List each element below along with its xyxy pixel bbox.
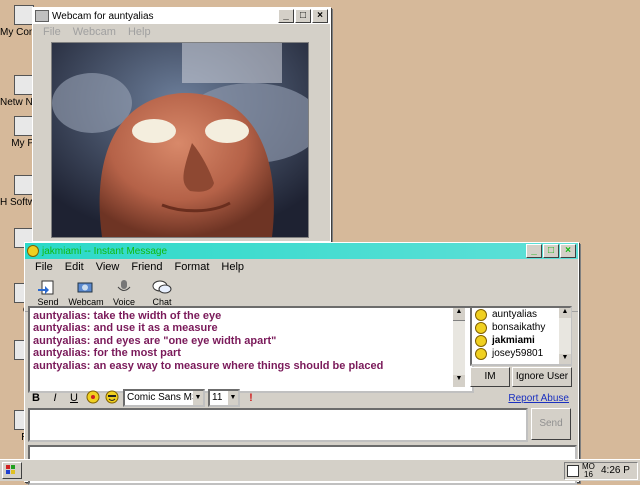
buddy-list-item[interactable]: auntyalias: [472, 308, 570, 321]
webcam-menu-help[interactable]: Help: [122, 26, 157, 38]
buddy-name: josey59801: [492, 348, 544, 359]
chat-message: auntyalias: an easy way to measure where…: [33, 360, 469, 372]
webcam-menu-file[interactable]: File: [37, 26, 67, 38]
clock[interactable]: 4:26 P: [601, 465, 630, 476]
buddy-name: auntyalias: [492, 309, 538, 320]
chat-message: auntyalias: and use it as a measure: [33, 322, 469, 334]
italic-button[interactable]: I: [47, 390, 63, 406]
desktop-icon-label: Netw Neighb: [0, 97, 34, 108]
webcam-app-icon: [35, 10, 49, 22]
im-window[interactable]: jakmiami -- Instant Message _ □ × File E…: [24, 242, 579, 485]
message-sender: auntyalias:: [33, 334, 91, 347]
im-menu-help[interactable]: Help: [215, 261, 250, 273]
buddy-status-icon: [475, 309, 487, 321]
scroll-up-icon[interactable]: ▲: [453, 308, 465, 321]
webcam-icon: [75, 279, 97, 295]
send-button[interactable]: Send: [531, 408, 571, 440]
windows-logo-icon: [6, 465, 15, 474]
buddy-name: bonsaikathy: [492, 322, 546, 333]
chat-message: auntyalias: for the most part: [33, 347, 469, 359]
size-select[interactable]: 11 ▼: [208, 389, 240, 407]
buddy-name: jakmiami: [492, 335, 535, 346]
maximize-icon[interactable]: □: [543, 244, 559, 258]
desktop-icon-label: My P: [11, 138, 34, 149]
color-icon[interactable]: [85, 390, 101, 406]
message-input[interactable]: [28, 408, 528, 442]
smiley-icon[interactable]: [104, 390, 120, 406]
folder-icon: [14, 116, 34, 136]
desktop-icon-label: H Softw: [0, 197, 34, 208]
computer-icon: [14, 5, 34, 25]
im-menu-format[interactable]: Format: [169, 261, 216, 273]
chat-log[interactable]: auntyalias: take the width of the eye aun…: [28, 306, 474, 393]
buddy-status-icon: [475, 348, 487, 360]
message-sender: auntyalias:: [33, 322, 91, 335]
send-file-icon: [37, 279, 59, 295]
scroll-up-icon[interactable]: ▲: [559, 308, 571, 318]
close-icon[interactable]: ×: [560, 244, 576, 258]
chat-message: auntyalias: take the width of the eye: [33, 310, 469, 322]
minimize-icon[interactable]: _: [278, 9, 294, 23]
im-menu-file[interactable]: File: [29, 261, 59, 273]
buddy-list-item[interactable]: jakmiami: [472, 334, 570, 347]
buddy-list-item[interactable]: bonsaikathy: [472, 321, 570, 334]
im-button[interactable]: IM: [470, 367, 510, 387]
underline-button[interactable]: U: [66, 390, 82, 406]
buddy-scrollbar[interactable]: ▲ ▼: [559, 308, 571, 364]
font-select-value: Comic Sans MS: [127, 392, 199, 403]
microphone-icon: [113, 279, 135, 295]
webcam-window[interactable]: Webcam for auntyalias _ □ × File Webcam …: [32, 7, 331, 242]
webcam-image: [52, 43, 308, 237]
ignore-user-button[interactable]: Ignore User: [512, 367, 572, 387]
date-label: 16: [584, 470, 593, 479]
network-icon: [14, 75, 34, 95]
taskbar: MO 16 4:26 P: [0, 459, 640, 481]
system-tray: MO 16 4:26 P: [564, 462, 638, 480]
im-menu-friend[interactable]: Friend: [125, 261, 168, 273]
maximize-icon[interactable]: □: [295, 9, 311, 23]
message-text: for the most part: [93, 347, 181, 360]
format-toolbar: B I U Comic Sans MS ▼ 11 ▼ ! Report Abuse: [28, 389, 573, 407]
chevron-down-icon[interactable]: ▼: [193, 391, 203, 405]
im-menu-view[interactable]: View: [90, 261, 126, 273]
scroll-down-icon[interactable]: ▼: [559, 354, 571, 364]
size-select-value: 11: [212, 392, 223, 403]
close-icon[interactable]: ×: [312, 9, 328, 23]
scroll-down-icon[interactable]: ▼: [453, 375, 465, 387]
network-tray-icon[interactable]: [567, 465, 579, 477]
message-text: and eyes are "one eye width apart": [93, 334, 277, 347]
im-app-icon: [27, 245, 39, 257]
alert-icon[interactable]: !: [243, 390, 259, 406]
report-abuse-link[interactable]: Report Abuse: [508, 393, 573, 404]
minimize-icon[interactable]: _: [526, 244, 542, 258]
font-select[interactable]: Comic Sans MS ▼: [123, 389, 205, 407]
chevron-down-icon[interactable]: ▼: [228, 391, 238, 405]
im-title: jakmiami -- Instant Message: [42, 245, 168, 257]
bold-button[interactable]: B: [28, 390, 44, 406]
message-text: an easy way to measure where things shou…: [93, 359, 384, 372]
software-icon: [14, 175, 34, 195]
buddy-status-icon: [475, 322, 487, 334]
start-button[interactable]: [2, 462, 22, 479]
message-sender: auntyalias:: [33, 359, 91, 372]
message-text: take the width of the eye: [93, 310, 222, 322]
webcam-titlebar[interactable]: Webcam for auntyalias _ □ ×: [33, 8, 330, 24]
im-titlebar[interactable]: jakmiami -- Instant Message _ □ ×: [25, 243, 578, 259]
im-menubar: File Edit View Friend Format Help: [25, 259, 578, 275]
buddy-list-item[interactable]: josey59801: [472, 347, 570, 360]
chat-message: auntyalias: and eyes are "one eye width …: [33, 335, 469, 347]
webcam-video-feed: [51, 42, 309, 238]
chat-scrollbar[interactable]: ▲ ▼: [453, 308, 465, 387]
message-sender: auntyalias:: [33, 310, 91, 322]
message-sender: auntyalias:: [33, 347, 91, 360]
webcam-title: Webcam for auntyalias: [52, 10, 154, 22]
im-menu-edit[interactable]: Edit: [59, 261, 90, 273]
message-text: and use it as a measure: [93, 322, 218, 335]
buddy-status-icon: [475, 335, 487, 347]
webcam-menu-webcam[interactable]: Webcam: [67, 26, 122, 38]
desktop-icon-label: My Comp: [0, 27, 34, 38]
buddy-list[interactable]: auntyalias bonsaikathy jakmiami josey59801: [470, 306, 572, 366]
webcam-menubar: File Webcam Help: [33, 24, 330, 40]
chat-icon: [151, 279, 173, 295]
